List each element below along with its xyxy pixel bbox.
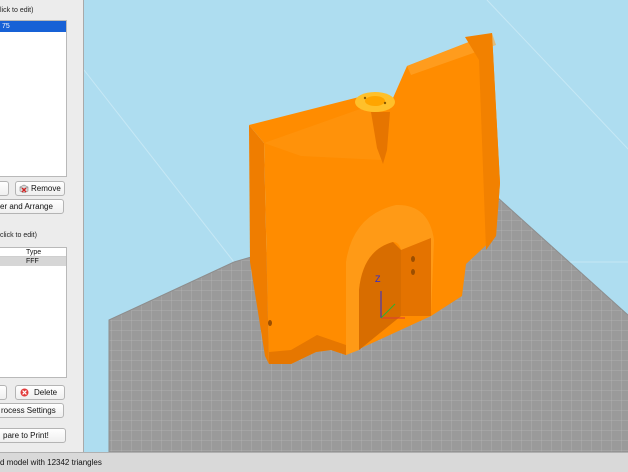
object-item-label: 75	[2, 23, 10, 30]
3d-viewport[interactable]: Z	[83, 0, 628, 452]
objects-list[interactable]: 75	[0, 20, 67, 177]
left-sidebar: lick to edit) 75 Remove er and Arrange c…	[0, 0, 82, 452]
type-column-header: Type	[26, 249, 42, 256]
object-action-button[interactable]	[0, 181, 9, 196]
status-bar: d model with 12342 triangles	[0, 452, 628, 472]
settings-table[interactable]: Type FFF	[0, 247, 67, 378]
z-axis-label: Z	[375, 274, 381, 284]
status-text: d model with 12342 triangles	[0, 458, 102, 467]
delete-button[interactable]: Delete	[15, 385, 65, 400]
prepare-to-print-button[interactable]: pare to Print!	[0, 428, 66, 443]
center-and-arrange-button[interactable]: er and Arrange	[0, 199, 64, 214]
table-header: Type	[0, 248, 66, 257]
slicer-app-window: lick to edit) 75 Remove er and Arrange c…	[0, 0, 628, 472]
model-funnel-hole	[365, 96, 385, 106]
delete-icon	[20, 388, 29, 397]
table-row[interactable]: FFF	[0, 257, 66, 266]
settings-action-button[interactable]	[0, 385, 7, 400]
settings-section-title: click to edit)	[0, 232, 37, 239]
process-settings-button[interactable]: rocess Settings	[0, 403, 64, 418]
viewport-canvas: Z	[84, 0, 628, 452]
row-type-cell: FFF	[26, 258, 39, 265]
remove-button[interactable]: Remove	[15, 181, 65, 196]
objects-section-title: lick to edit)	[0, 7, 34, 14]
delete-cube-icon	[19, 184, 29, 193]
model-arch-right	[401, 238, 431, 316]
object-list-item-selected[interactable]: 75	[0, 21, 66, 32]
